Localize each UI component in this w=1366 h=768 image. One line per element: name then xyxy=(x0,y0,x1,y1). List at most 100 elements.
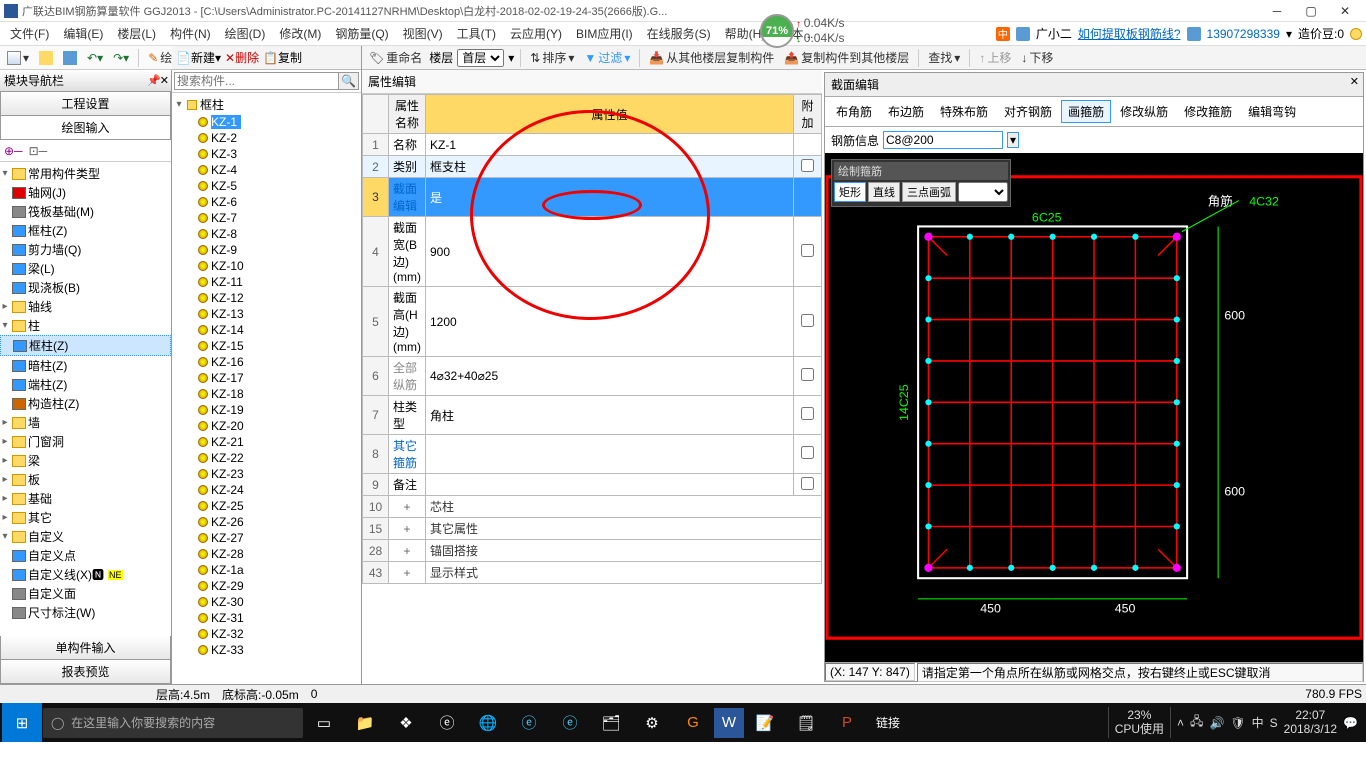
task-browser[interactable]: 🌐 xyxy=(468,703,508,742)
table-row[interactable]: 7柱类型角柱 xyxy=(363,396,822,435)
nav-node[interactable]: ▸基础 xyxy=(0,489,171,508)
member-item[interactable]: KZ-11 xyxy=(174,274,359,290)
nav-node[interactable]: 现浇板(B) xyxy=(0,278,171,297)
nav-node[interactable]: ▸墙 xyxy=(0,413,171,432)
member-item[interactable]: KZ-17 xyxy=(174,370,359,386)
nav-node[interactable]: 自定义面 xyxy=(0,584,171,603)
coin-label[interactable]: 造价豆:0 xyxy=(1298,25,1344,42)
member-item[interactable]: KZ-8 xyxy=(174,226,359,242)
nav-node[interactable]: 自定义点 xyxy=(0,546,171,565)
table-row[interactable]: 4截面宽(B边)(mm)900 xyxy=(363,217,822,287)
member-item[interactable]: KZ-10 xyxy=(174,258,359,274)
taskbar-search[interactable]: ◯ 在这里输入你要搜索的内容 xyxy=(43,708,303,738)
nav-tree[interactable]: ▾常用构件类型轴网(J)筏板基础(M)框柱(Z)剪力墙(Q)梁(L)现浇板(B)… xyxy=(0,162,171,636)
start-button[interactable]: ⊞ xyxy=(2,703,42,742)
nav-node[interactable]: ▸其它 xyxy=(0,508,171,527)
menu-cloud[interactable]: 云应用(Y) xyxy=(504,23,568,44)
nav-tab-draw[interactable]: 绘图输入 xyxy=(0,116,171,140)
draw-line-button[interactable]: 直线 xyxy=(868,182,900,202)
search-icon[interactable]: 🔍 xyxy=(339,72,359,90)
section-tab[interactable]: 特殊布筋 xyxy=(933,100,995,123)
member-item[interactable]: KZ-7 xyxy=(174,210,359,226)
table-row[interactable]: 2类别框支柱 xyxy=(363,156,822,178)
table-row[interactable]: 15+其它属性 xyxy=(363,518,822,540)
section-tab[interactable]: 画箍筋 xyxy=(1061,100,1111,123)
nav-tab-project[interactable]: 工程设置 xyxy=(0,92,171,116)
member-new[interactable]: 📄新建▾ xyxy=(176,49,221,66)
move-up[interactable]: ↑上移 xyxy=(976,47,1014,68)
menu-file[interactable]: 文件(F) xyxy=(4,23,55,44)
member-item[interactable]: KZ-16 xyxy=(174,354,359,370)
table-row[interactable]: 9备注 xyxy=(363,474,822,496)
member-del[interactable]: ✕删除 xyxy=(225,49,259,66)
nav-node[interactable]: ▸梁 xyxy=(0,451,171,470)
nav-node[interactable]: 构造柱(Z) xyxy=(0,394,171,413)
table-row[interactable]: 6全部纵筋4⌀32+40⌀25 xyxy=(363,357,822,396)
menu-rebar[interactable]: 钢筋量(Q) xyxy=(329,23,394,44)
member-item[interactable]: KZ-24 xyxy=(174,482,359,498)
nav-node[interactable]: 框柱(Z) xyxy=(0,335,171,356)
draw-arc-button[interactable]: 三点画弧 xyxy=(902,182,956,202)
save-button[interactable] xyxy=(60,49,80,67)
close-button[interactable]: ✕ xyxy=(1328,1,1362,21)
nav-tab-report[interactable]: 报表预览 xyxy=(0,660,171,684)
member-item[interactable]: KZ-27 xyxy=(174,530,359,546)
nav-tab-single[interactable]: 单构件输入 xyxy=(0,636,171,660)
nav-node[interactable]: 筏板基础(M) xyxy=(0,202,171,221)
copy-to-floor[interactable]: 📤复制构件到其他楼层 xyxy=(781,47,912,68)
member-item[interactable]: KZ-30 xyxy=(174,594,359,610)
task-app2[interactable]: ❖ xyxy=(386,703,426,742)
nav-node[interactable]: ▾自定义 xyxy=(0,527,171,546)
member-item[interactable]: KZ-29 xyxy=(174,578,359,594)
section-close-icon[interactable]: ✕ xyxy=(1350,75,1359,88)
nav-node[interactable]: 剪力墙(Q) xyxy=(0,240,171,259)
member-item[interactable]: KZ-31 xyxy=(174,610,359,626)
draw-extra-select[interactable] xyxy=(958,182,1008,202)
property-table[interactable]: 属性名称属性值附加 1名称KZ-12类别框支柱3截面编辑是4截面宽(B边)(mm… xyxy=(362,94,822,584)
member-item[interactable]: KZ-9 xyxy=(174,242,359,258)
tray-sogou-icon[interactable]: S xyxy=(1270,716,1278,730)
member-item[interactable]: KZ-13 xyxy=(174,306,359,322)
member-item[interactable]: KZ-33 xyxy=(174,642,359,658)
cpu-meter[interactable]: 23%CPU使用 xyxy=(1108,707,1171,737)
new-button[interactable]: ▾ xyxy=(4,49,32,67)
nav-node[interactable]: 自定义线(X)🅽NE xyxy=(0,565,171,584)
table-row[interactable]: 43+显示样式 xyxy=(363,562,822,584)
section-tab[interactable]: 编辑弯钩 xyxy=(1241,100,1303,123)
member-item[interactable]: KZ-25 xyxy=(174,498,359,514)
section-tab[interactable]: 修改箍筋 xyxy=(1177,100,1239,123)
tray-up-icon[interactable]: ˄ xyxy=(1177,716,1184,730)
sort-button[interactable]: ⇅排序▾ xyxy=(527,47,577,68)
nav-node[interactable]: 轴网(J) xyxy=(0,183,171,202)
member-item[interactable]: KZ-18 xyxy=(174,386,359,402)
nav-node[interactable]: ▸轴线 xyxy=(0,297,171,316)
rebar-info-input[interactable] xyxy=(883,131,1003,149)
section-tab[interactable]: 布边筋 xyxy=(881,100,931,123)
undo-button[interactable]: ↶▾ xyxy=(84,49,106,67)
pin-icon[interactable]: 📌 ✕ xyxy=(147,74,167,87)
nav-node[interactable]: 暗柱(Z) xyxy=(0,356,171,375)
member-item[interactable]: KZ-23 xyxy=(174,466,359,482)
member-search-input[interactable] xyxy=(174,72,339,90)
task-ie2[interactable]: ⓔ xyxy=(550,703,590,742)
tray-vol-icon[interactable]: 🔊 xyxy=(1209,716,1224,730)
member-item[interactable]: KZ-20 xyxy=(174,418,359,434)
member-item[interactable]: KZ-32 xyxy=(174,626,359,642)
section-canvas[interactable]: 绘制箍筋 矩形 直线 三点画弧 xyxy=(825,153,1363,662)
table-row[interactable]: 5截面高(H边)(mm)1200 xyxy=(363,287,822,357)
user-name[interactable]: 广小二 xyxy=(1036,25,1072,42)
member-item[interactable]: KZ-12 xyxy=(174,290,359,306)
menu-view[interactable]: 视图(V) xyxy=(397,23,449,44)
tray-shield-icon[interactable]: 🛡 xyxy=(1230,716,1245,730)
task-ie1[interactable]: ⓔ xyxy=(509,703,549,742)
nav-node[interactable]: ▸门窗洞 xyxy=(0,432,171,451)
member-item[interactable]: KZ-15 xyxy=(174,338,359,354)
minimize-button[interactable]: ─ xyxy=(1260,1,1294,21)
section-tab[interactable]: 修改纵筋 xyxy=(1113,100,1175,123)
menu-edit[interactable]: 编辑(E) xyxy=(57,23,109,44)
open-button[interactable] xyxy=(36,49,56,67)
nav-node[interactable]: ▸板 xyxy=(0,470,171,489)
nav-node[interactable]: ▾柱 xyxy=(0,316,171,335)
table-row[interactable]: 1名称KZ-1 xyxy=(363,134,822,156)
nav-node[interactable]: 尺寸标注(W) xyxy=(0,603,171,622)
